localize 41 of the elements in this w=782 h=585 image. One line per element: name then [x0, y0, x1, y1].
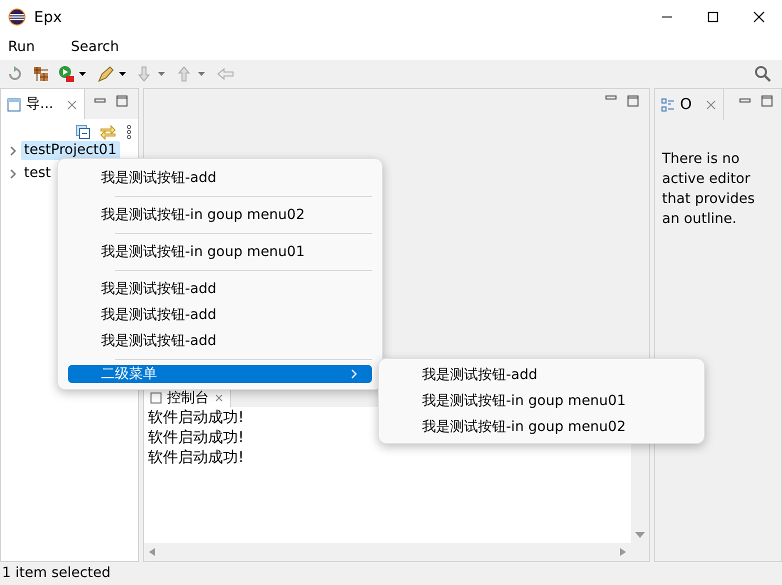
menu-item[interactable]: 我是测试按钮-add	[68, 302, 372, 328]
console-line: 软件启动成功!	[148, 408, 244, 426]
link-editor-icon[interactable]	[100, 124, 116, 140]
scroll-left-icon[interactable]	[148, 547, 156, 557]
maximize-icon[interactable]	[761, 95, 773, 107]
chevron-icon[interactable]	[9, 144, 17, 156]
console-line: 软件启动成功!	[148, 448, 244, 466]
menu-item[interactable]: 我是测试按钮-add	[68, 276, 372, 302]
menu-item[interactable]: Run	[2, 36, 41, 58]
submenu-item[interactable]: 二级菜单	[68, 365, 372, 383]
menu-item[interactable]: 我是测试按钮-add	[385, 362, 698, 388]
menu-item[interactable]: 我是测试按钮-in goup menu02	[385, 414, 698, 440]
menu-item[interactable]: 我是测试按钮-add	[68, 328, 372, 354]
menu-item[interactable]: 我是测试按钮-in goup menu01	[385, 388, 698, 414]
close-icon[interactable]	[753, 10, 765, 23]
menu-item[interactable]: Search	[64, 36, 125, 58]
console-icon	[150, 392, 162, 404]
navigator-icon	[7, 98, 21, 112]
app-logo-icon	[8, 8, 26, 26]
chevron-icon[interactable]	[9, 168, 17, 180]
console-line: 软件启动成功!	[148, 428, 244, 446]
menu-item[interactable]: 我是测试按钮-in goup menu02	[68, 202, 372, 228]
menu-item[interactable]: 我是测试按钮-in goup menu01	[68, 239, 372, 265]
collapse-all-icon[interactable]	[76, 124, 90, 138]
outline-icon	[661, 98, 675, 112]
window-title: Epx	[34, 6, 62, 28]
minimize-icon[interactable]	[605, 95, 617, 101]
status-text: 1 item selected	[2, 564, 111, 583]
scroll-right-icon[interactable]	[619, 547, 627, 557]
maximize-icon[interactable]	[116, 95, 128, 107]
tree-item[interactable]: testProject01	[21, 141, 120, 160]
outline-tab[interactable]: O	[680, 93, 692, 116]
minimize-icon[interactable]	[94, 98, 106, 104]
tree-item[interactable]: test	[21, 164, 54, 183]
view-menu-icon[interactable]	[126, 124, 132, 138]
maximize-icon[interactable]	[707, 10, 719, 23]
scroll-down-icon[interactable]	[635, 531, 645, 539]
minimize-icon[interactable]	[739, 98, 751, 104]
maximize-icon[interactable]	[627, 95, 639, 107]
menu-item[interactable]: 我是测试按钮-add	[68, 165, 372, 191]
outline-message: There is no active editor that provides an outline.	[661, 150, 756, 229]
